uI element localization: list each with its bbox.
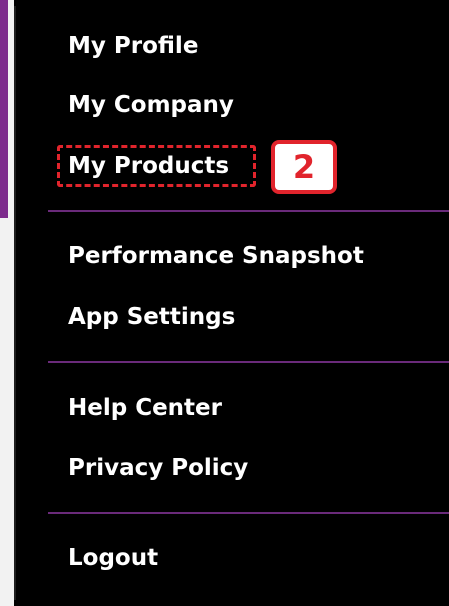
menu-item-logout[interactable]: Logout [68, 543, 158, 573]
menu-item-my-profile[interactable]: My Profile [68, 31, 198, 61]
menu-divider [48, 512, 449, 514]
menu-item-my-company[interactable]: My Company [68, 90, 234, 120]
menu-divider [48, 210, 449, 212]
step-badge: 2 [271, 140, 337, 194]
account-dropdown-menu: My Profile My Company My Products 2 Perf… [14, 0, 449, 606]
background-accent-bar [0, 0, 8, 218]
menu-item-privacy-policy[interactable]: Privacy Policy [68, 453, 248, 483]
menu-divider [48, 361, 449, 363]
menu-item-performance-snapshot[interactable]: Performance Snapshot [68, 241, 364, 271]
menu-panel-edge [14, 6, 16, 600]
menu-item-app-settings[interactable]: App Settings [68, 302, 235, 332]
menu-item-help-center[interactable]: Help Center [68, 393, 222, 423]
highlight-box-my-products [57, 145, 256, 187]
